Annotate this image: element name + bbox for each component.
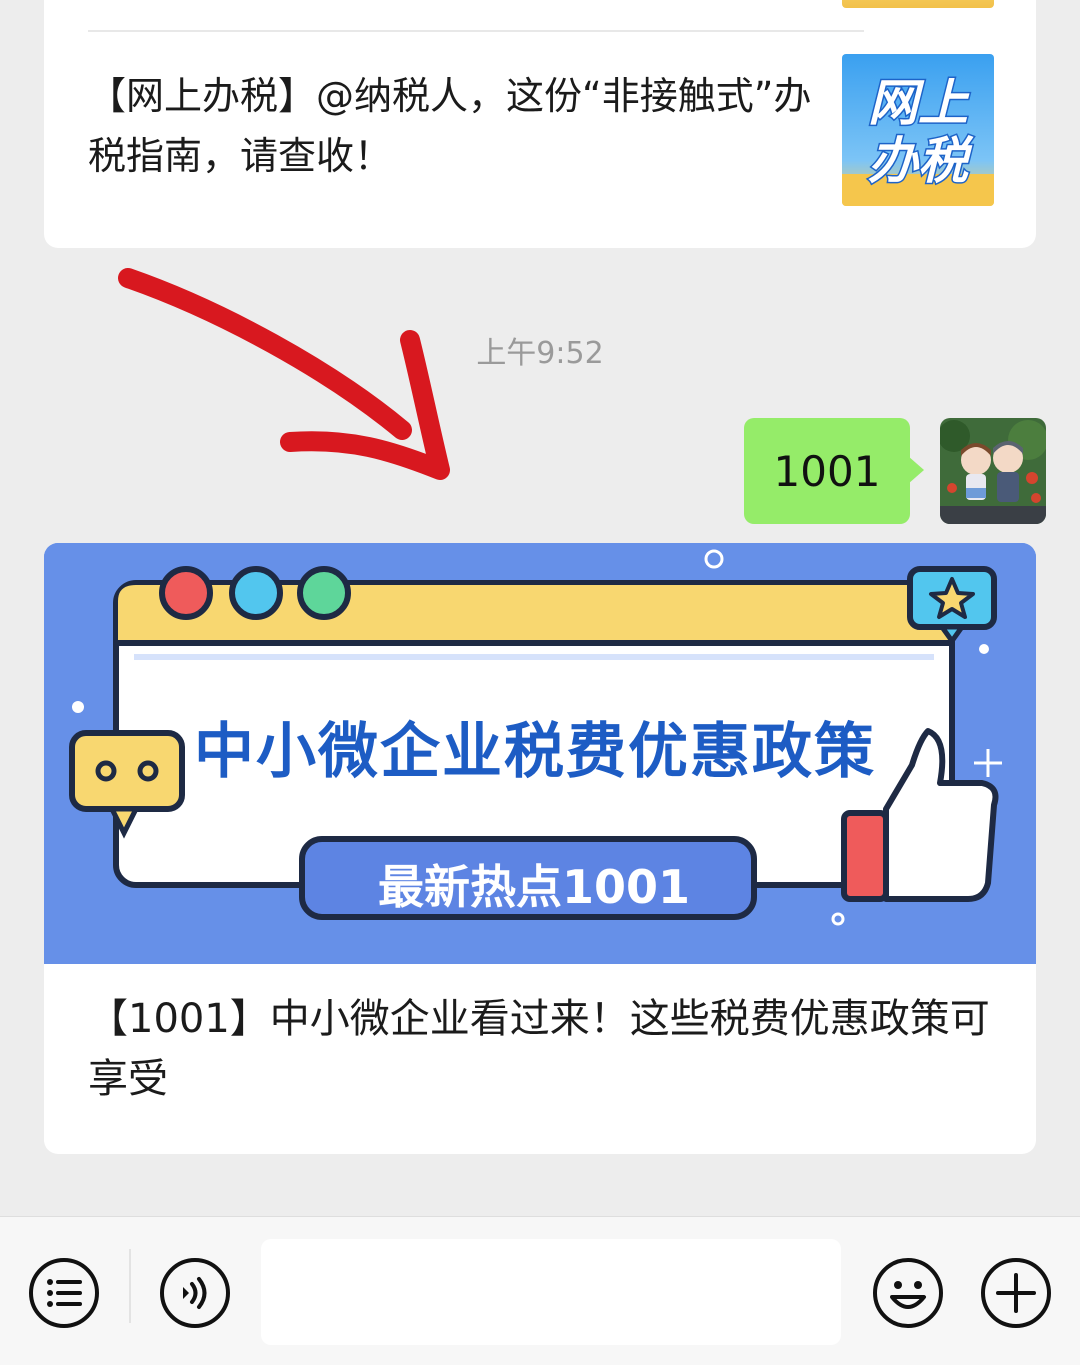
article-banner[interactable]: 中小微企业税费优惠政策 最新热点1001 (44, 543, 1036, 964)
sent-message-bubble[interactable]: 1001 (744, 418, 924, 524)
article-title[interactable]: 【网上办税】@纳税人，这份“非接触式”办税指南，请查收！ (88, 66, 818, 186)
article-card-tax-guide[interactable]: 【网上办税】@纳税人，这份“非接触式”办税指南，请查收！ 网上 办税 (44, 0, 1036, 248)
emoji-icon[interactable] (872, 1257, 944, 1329)
message-input[interactable] (261, 1239, 841, 1345)
message-timestamp: 上午9:52 (476, 336, 604, 371)
article-card-sme-tax[interactable]: 中小微企业税费优惠政策 最新热点1001 【1001】中小微企业看过来！这些税费… (44, 543, 1036, 1154)
thumb-text-line1: 网上 (868, 74, 970, 132)
list-menu-icon[interactable] (28, 1257, 100, 1329)
chat-input-bar (0, 1216, 1080, 1365)
divider (88, 30, 864, 32)
article-thumbnail[interactable]: 网上 办税 (842, 54, 994, 206)
banner-headline: 中小微企业税费优惠政策 (194, 717, 876, 787)
article-title[interactable]: 【1001】中小微企业看过来！这些税费优惠政策可享受 (88, 989, 1008, 1109)
plus-icon[interactable] (980, 1257, 1052, 1329)
previous-article-thumbnail (842, 0, 994, 8)
divider (129, 1249, 131, 1323)
thumb-text-line2: 办税 (868, 132, 974, 190)
banner-tag: 最新热点1001 (377, 860, 691, 914)
voice-icon[interactable] (159, 1257, 231, 1329)
avatar[interactable] (940, 418, 1046, 524)
annotation-arrow (118, 268, 450, 480)
